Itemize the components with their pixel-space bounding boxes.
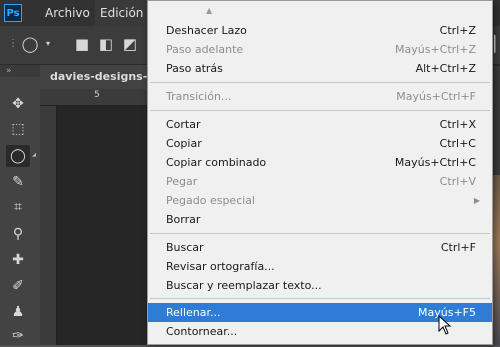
- document-tab[interactable]: davies-designs-stu: [40, 65, 148, 89]
- photoshop-logo: Ps: [4, 4, 22, 22]
- menu-item-buscar-reemplazar[interactable]: Buscar y reemplazar texto...: [148, 276, 492, 295]
- scroll-up-icon[interactable]: ▲: [206, 6, 212, 15]
- menu-archivo[interactable]: Archivo: [40, 0, 95, 26]
- menu-separator: [150, 110, 490, 111]
- edit-menu-dropdown: ▲ Deshacer Lazo Ctrl+Z Paso adelante May…: [147, 0, 493, 345]
- add-selection-icon[interactable]: ◧: [96, 34, 116, 54]
- menu-item-cortar[interactable]: Cortar Ctrl+X: [148, 115, 492, 134]
- menu-item-transicion: Transición... Mayús+Ctrl+F: [166, 90, 476, 103]
- new-selection-icon[interactable]: ■: [72, 34, 92, 54]
- lasso-tool-icon[interactable]: ◯ ◢: [6, 145, 36, 167]
- vertical-ruler: [40, 106, 57, 345]
- menu-item-deshacer-lazo[interactable]: Deshacer Lazo Ctrl+Z: [148, 21, 492, 40]
- document-tab-title: davies-designs-stu: [50, 70, 148, 83]
- menu-item-copiar[interactable]: Copiar Ctrl+C: [148, 134, 492, 153]
- collapse-panel-icon[interactable]: »: [0, 65, 40, 77]
- menu-separator: [150, 233, 490, 234]
- history-brush-tool-icon[interactable]: ✑: [6, 325, 30, 347]
- menu-item-revisar-ortografia[interactable]: Revisar ortografía...: [148, 257, 492, 276]
- marquee-tool-icon[interactable]: ⬚: [6, 118, 30, 140]
- menu-edicion[interactable]: Edición: [95, 0, 149, 26]
- chevron-down-icon[interactable]: ▾: [38, 34, 58, 54]
- subtract-selection-icon[interactable]: ◩: [120, 34, 140, 54]
- lasso-preset-icon[interactable]: ◯: [20, 34, 40, 54]
- menu-item-paso-adelante: Paso adelante Mayús+Ctrl+Z: [166, 43, 476, 56]
- tools-panel: » ✥ ⬚ ◯ ◢ ✎ ⌗ ⚲ ✚ ✐ ♟ ✑: [0, 65, 41, 345]
- clone-stamp-tool-icon[interactable]: ♟: [6, 301, 30, 323]
- menu-item-paso-atras[interactable]: Paso atrás Alt+Ctrl+Z: [148, 59, 492, 78]
- magic-wand-tool-icon[interactable]: ✎: [6, 171, 30, 193]
- ruler-tick-label: 5: [94, 90, 100, 100]
- move-tool-icon[interactable]: ✥: [6, 93, 30, 115]
- submenu-arrow-icon: ▶: [473, 196, 480, 205]
- brush-tool-icon[interactable]: ✐: [6, 275, 30, 297]
- menu-item-pegado-especial: Pegado especial ▶: [166, 194, 480, 207]
- menu-item-copiar-combinado[interactable]: Copiar combinado Mayús+Ctrl+C: [148, 153, 492, 172]
- eyedropper-tool-icon[interactable]: ⚲: [6, 223, 30, 245]
- menu-separator: [150, 82, 490, 83]
- options-overflow-icon: ▏: [494, 35, 500, 53]
- crop-tool-icon[interactable]: ⌗: [6, 196, 30, 218]
- healing-brush-tool-icon[interactable]: ✚: [6, 249, 30, 271]
- mouse-cursor-icon: [438, 315, 452, 335]
- menu-separator: [150, 298, 490, 299]
- menu-item-buscar[interactable]: Buscar Ctrl+F: [148, 238, 492, 257]
- menu-item-borrar[interactable]: Borrar: [148, 210, 492, 229]
- menu-item-pegar: Pegar Ctrl+V: [166, 175, 476, 188]
